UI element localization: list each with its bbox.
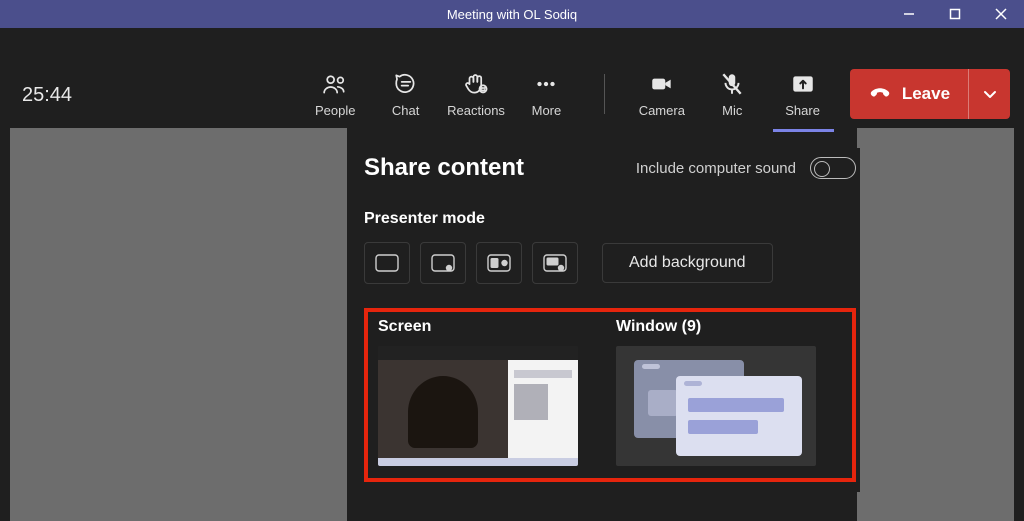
maximize-button[interactable]: [932, 0, 978, 28]
hangup-icon: [868, 82, 892, 106]
presenter-mode-side-by-side[interactable]: [476, 242, 522, 284]
share-window-option[interactable]: [616, 346, 816, 466]
window-controls: [886, 0, 1024, 28]
share-label: Share: [785, 103, 820, 118]
meeting-toolbar: People Chat Reactions More Camera: [300, 56, 1010, 132]
chat-label: Chat: [392, 103, 419, 118]
add-background-button[interactable]: Add background: [602, 243, 773, 283]
more-button[interactable]: More: [511, 62, 581, 126]
chevron-down-icon: [982, 86, 998, 102]
share-screen-column: Screen: [378, 318, 578, 466]
share-title: Share content: [364, 154, 524, 182]
share-window-column: Window (9): [616, 318, 816, 466]
reactions-button[interactable]: Reactions: [441, 62, 511, 126]
share-screen-option[interactable]: [378, 346, 578, 466]
window-title: Meeting with OL Sodiq: [447, 7, 577, 22]
share-options-highlight: Screen Window (9): [364, 308, 856, 482]
leave-group: Leave: [850, 69, 1010, 119]
more-icon: [533, 71, 559, 97]
include-sound-toggle[interactable]: [810, 157, 856, 179]
close-button[interactable]: [978, 0, 1024, 28]
share-button[interactable]: Share: [767, 62, 837, 126]
mic-muted-icon: [719, 71, 745, 97]
leave-button[interactable]: Leave: [850, 69, 968, 119]
camera-icon: [649, 71, 675, 97]
leave-label: Leave: [902, 84, 950, 104]
maximize-icon: [949, 8, 961, 20]
mic-button[interactable]: Mic: [697, 62, 767, 126]
presenter-mode-content-only[interactable]: [364, 242, 410, 284]
share-icon: [790, 71, 816, 97]
presenter-mode-standout[interactable]: [420, 242, 466, 284]
share-content-panel: Share content Include computer sound Pre…: [360, 148, 860, 492]
chat-icon: [393, 71, 419, 97]
more-label: More: [532, 103, 562, 118]
minimize-button[interactable]: [886, 0, 932, 28]
mic-label: Mic: [722, 103, 742, 118]
share-screen-label: Screen: [378, 318, 578, 336]
leave-options-button[interactable]: [968, 69, 1010, 119]
close-icon: [995, 8, 1007, 20]
reactions-icon: [463, 71, 489, 97]
titlebar: Meeting with OL Sodiq: [0, 0, 1024, 28]
video-tile-right: [857, 128, 1014, 521]
toolbar-divider: [582, 74, 627, 114]
video-tile-left: [10, 128, 347, 521]
share-window-label: Window (9): [616, 318, 816, 336]
meeting-timer: 25:44: [22, 84, 72, 107]
presenter-mode-row: Add background: [364, 242, 856, 284]
meeting-stage: 25:44 People Chat Reactions More: [0, 28, 1024, 521]
people-button[interactable]: People: [300, 62, 370, 126]
people-label: People: [315, 103, 355, 118]
camera-button[interactable]: Camera: [627, 62, 697, 126]
minimize-icon: [903, 8, 915, 20]
camera-label: Camera: [639, 103, 685, 118]
chat-button[interactable]: Chat: [370, 62, 440, 126]
people-icon: [322, 71, 348, 97]
reactions-label: Reactions: [447, 103, 505, 118]
include-sound-row: Include computer sound: [636, 157, 856, 179]
presenter-mode-label: Presenter mode: [364, 210, 856, 228]
presenter-mode-reporter[interactable]: [532, 242, 578, 284]
include-sound-label: Include computer sound: [636, 160, 796, 177]
